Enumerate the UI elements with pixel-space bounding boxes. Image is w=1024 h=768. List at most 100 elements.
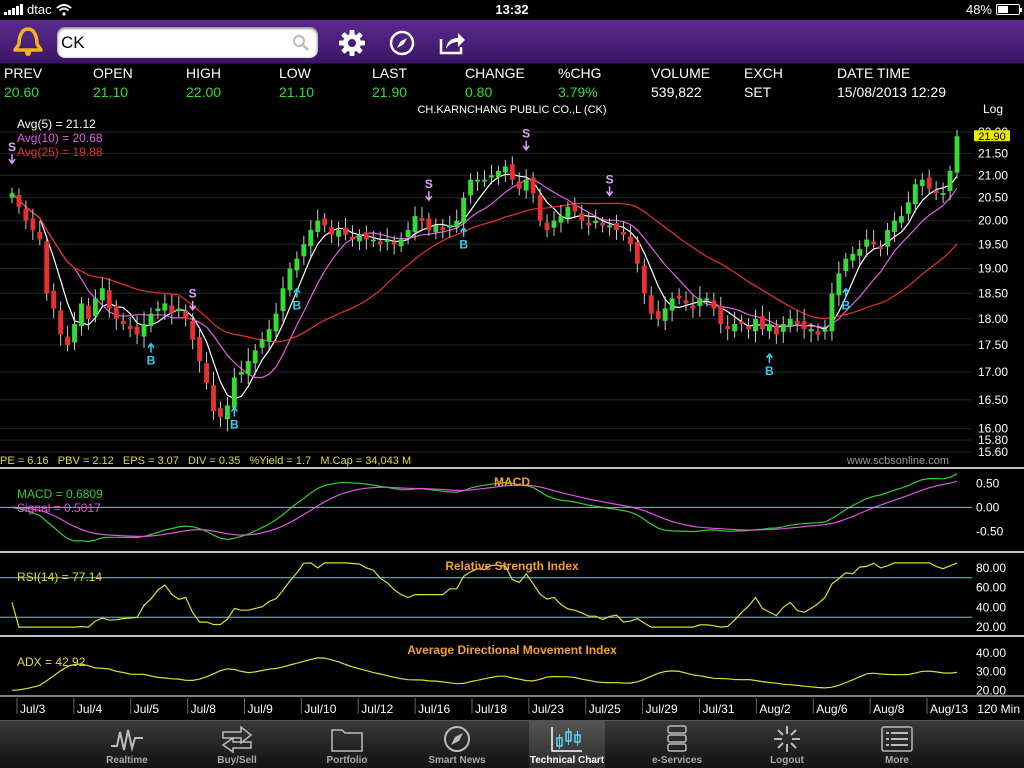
candle (926, 169, 932, 195)
macd-legend: MACD = 0.6809 (17, 487, 103, 501)
candle-body (718, 305, 724, 324)
candle-body (433, 225, 439, 232)
last-price-badge: 21.90 (978, 131, 1006, 143)
rsi-legend: RSI(14) = 77.14 (17, 570, 102, 584)
sell-signal: S (522, 127, 530, 151)
candle-body (454, 220, 460, 228)
time-tick-label: Aug/8 (873, 702, 905, 716)
candle-body (864, 239, 870, 247)
avg5-legend: Avg(5) = 21.12 (17, 117, 96, 131)
candle-body (892, 220, 897, 232)
sell-arrow-icon (8, 154, 16, 165)
tab-technical-chart[interactable]: Technical Chart (529, 721, 605, 768)
candle-body (72, 323, 77, 343)
compass-icon (444, 726, 470, 752)
candle (746, 318, 751, 339)
candle (343, 217, 348, 241)
compass-icon[interactable] (387, 28, 417, 58)
candle (113, 299, 119, 330)
candle-body (690, 305, 696, 309)
candle-body (183, 310, 189, 319)
candle (940, 182, 946, 204)
battery-percent: 48% (965, 2, 992, 17)
candle-body (92, 298, 98, 317)
log-scale-label[interactable]: Log (983, 102, 1003, 116)
candle (363, 225, 369, 250)
candle-body (231, 377, 237, 408)
gear-icon[interactable] (337, 28, 367, 58)
candle (433, 218, 439, 240)
buy-signal: B (459, 226, 468, 252)
sell-signal-label: S (425, 177, 433, 191)
time-tick-label: Jul/16 (418, 702, 450, 716)
price-tick-label: 18.50 (978, 286, 1008, 300)
candle-body (732, 323, 738, 332)
tab-e-services[interactable]: e-Services (622, 721, 732, 768)
sell-signal-label: S (606, 172, 614, 186)
candle (454, 209, 460, 233)
candle-body (787, 318, 793, 327)
candle-body (9, 193, 15, 198)
tab-portfolio[interactable]: Portfolio (292, 721, 402, 768)
app-logo-icon[interactable] (10, 26, 46, 58)
candle (155, 300, 161, 319)
buy-signal-label: B (841, 299, 850, 313)
buy-arrow-icon (765, 352, 773, 363)
tab-more[interactable]: More (842, 721, 952, 768)
watermark: www.scbsonline.com (846, 455, 949, 467)
candle (509, 156, 515, 186)
interval-label[interactable]: 120 Min (977, 702, 1020, 716)
candle (794, 310, 800, 332)
tab-realtime[interactable]: Realtime (72, 721, 182, 768)
candle-body (558, 216, 564, 223)
candle-body (461, 197, 467, 223)
candle (655, 300, 661, 327)
candle (9, 187, 15, 204)
candle-body (190, 320, 196, 340)
candle-body (655, 311, 661, 319)
search-input[interactable]: CK (61, 33, 85, 53)
tab-buy-sell[interactable]: Buy/Sell (182, 721, 292, 768)
price-tick-label: 16.50 (978, 393, 1008, 407)
tab-smart-news[interactable]: Smart News (402, 721, 512, 768)
buy-signal-label: B (230, 417, 239, 431)
avg25-legend: Avg(25) = 19.88 (17, 145, 103, 159)
share-icon[interactable] (437, 28, 467, 58)
candle (148, 307, 154, 333)
tab-logout[interactable]: Logout (732, 721, 842, 768)
time-tick-label: Aug/13 (930, 702, 968, 716)
candle-body (398, 239, 404, 247)
candle-body (607, 225, 613, 228)
candle (301, 235, 307, 266)
signal-line (11, 480, 958, 537)
candle-body (919, 179, 925, 187)
candle (871, 230, 877, 251)
candle-body (134, 326, 140, 335)
time-axis: Jul/3 Jul/4 Jul/5 Jul/8 Jul/9 Jul/10 Jul/12 Jul… (16, 698, 968, 716)
candle (905, 191, 911, 221)
candle (475, 171, 480, 191)
candle (106, 278, 112, 318)
server-icon (667, 725, 687, 752)
signal-legend: Signal = 0.5017 (17, 501, 101, 515)
candle-body (273, 313, 279, 332)
candle (579, 205, 585, 230)
search-icon[interactable] (292, 34, 310, 52)
buy-signal-label: B (765, 364, 774, 378)
candle-body (634, 241, 640, 264)
sell-arrow-icon (189, 300, 197, 311)
candle-body (377, 241, 383, 245)
search-field[interactable]: CK (57, 27, 318, 58)
buy-signal-label: B (147, 354, 156, 368)
technical-chart[interactable]: CH.KARNCHANG PUBLIC CO.,L (CK) Log Avg(5… (0, 102, 1024, 720)
candle (669, 292, 675, 322)
indicator-tick-label: 0.50 (976, 477, 1000, 491)
buy-arrow-icon (230, 406, 238, 417)
candle (287, 262, 293, 297)
candle-body (426, 218, 432, 231)
tab-bar: Realtime Buy/Sell Portfolio Smart News T… (0, 720, 1024, 768)
candle-body (857, 249, 863, 256)
indicator-tick-label: 20.00 (976, 620, 1006, 634)
sell-signal: S (8, 140, 16, 165)
candle-body (384, 239, 390, 242)
